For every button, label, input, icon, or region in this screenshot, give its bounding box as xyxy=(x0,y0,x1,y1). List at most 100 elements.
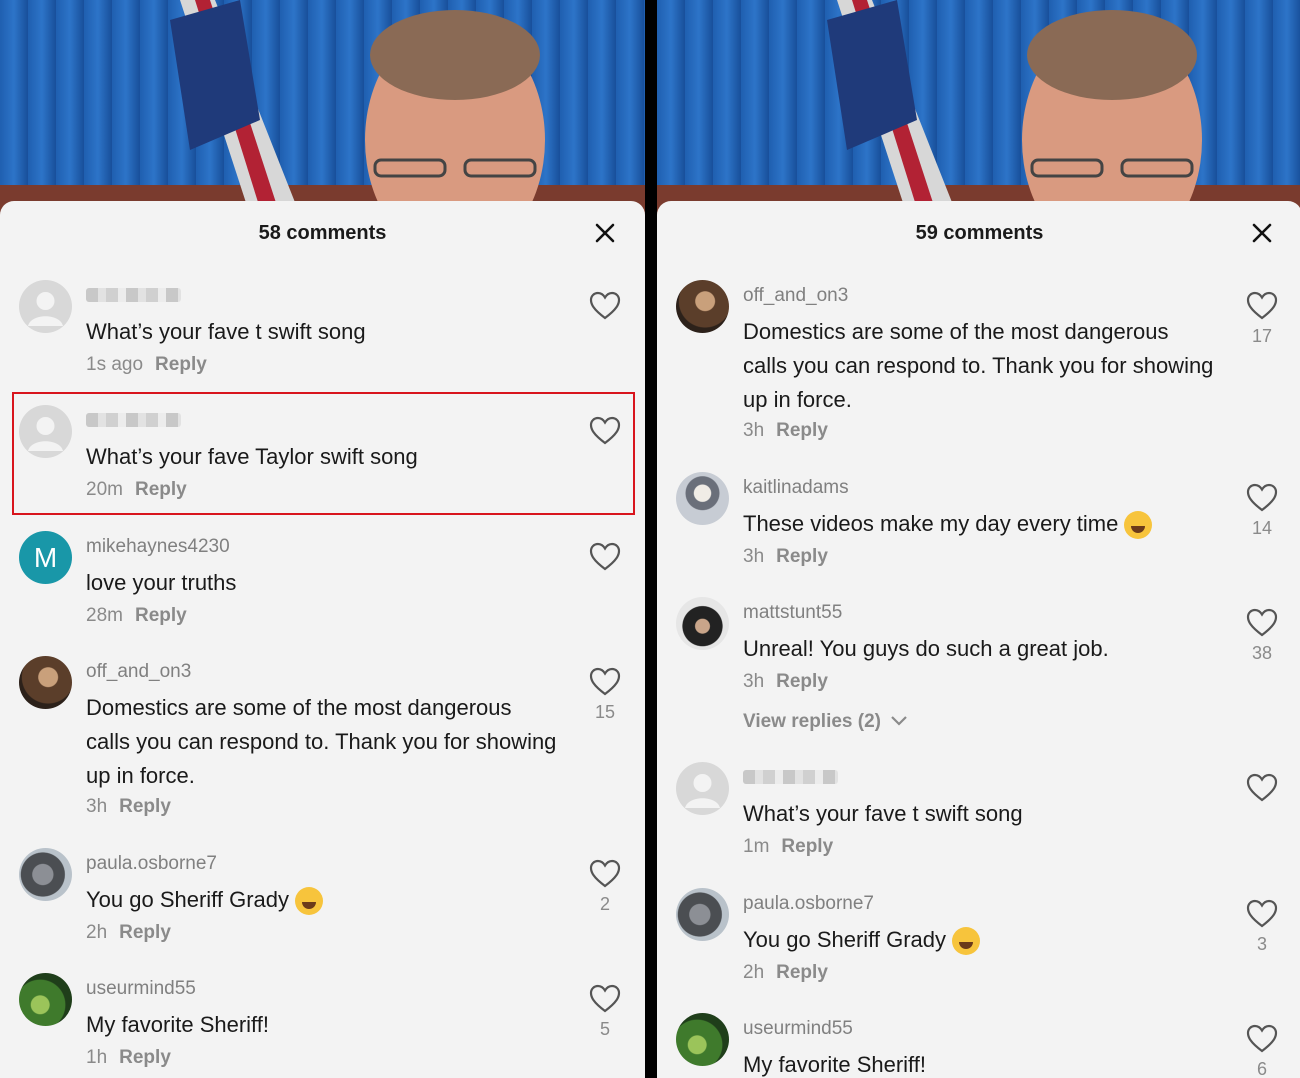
like-button[interactable]: 6 xyxy=(1242,1024,1282,1078)
left-comments-panel: 58 comments What’s your fave t swift son… xyxy=(0,0,645,1078)
like-button[interactable]: 17 xyxy=(1242,291,1282,347)
comment-meta: 3h Reply xyxy=(743,546,828,568)
sheet-header: 58 comments xyxy=(0,201,645,267)
avatar[interactable] xyxy=(19,405,72,458)
avatar[interactable] xyxy=(19,973,72,1026)
like-count: 5 xyxy=(599,1019,610,1039)
comments-count-title: 58 comments xyxy=(258,222,387,244)
username[interactable]: useurmind55 xyxy=(743,1018,853,1040)
comment-meta: 1h Reply xyxy=(86,1047,171,1069)
username[interactable]: paula.osborne7 xyxy=(743,893,874,915)
username-blurred[interactable] xyxy=(86,288,181,302)
view-replies-label: View replies (2) xyxy=(743,711,881,732)
avatar[interactable] xyxy=(676,888,729,941)
username[interactable]: useurmind55 xyxy=(86,978,196,1000)
heart-outline-icon xyxy=(1246,608,1278,637)
username[interactable]: off_and_on3 xyxy=(86,661,191,683)
comment-meta: 3h Reply xyxy=(743,420,828,442)
reply-button[interactable]: Reply xyxy=(776,420,828,441)
reply-button[interactable]: Reply xyxy=(135,605,187,626)
reply-button[interactable]: Reply xyxy=(776,962,828,983)
avatar[interactable] xyxy=(676,597,729,650)
reply-button[interactable]: Reply xyxy=(776,671,828,692)
video-scene xyxy=(0,0,645,215)
reply-button[interactable]: Reply xyxy=(135,479,187,500)
username[interactable]: mattstunt55 xyxy=(743,602,842,624)
comment-text: Unreal! You guys do such a great job. xyxy=(743,636,1109,661)
comment-text: My favorite Sheriff! xyxy=(743,1052,926,1077)
comment-text-content: You go Sheriff Grady xyxy=(86,887,290,912)
username[interactable]: off_and_on3 xyxy=(743,285,848,307)
like-button[interactable]: 3 xyxy=(1242,899,1282,955)
reply-button[interactable]: Reply xyxy=(119,1047,171,1068)
avatar[interactable] xyxy=(19,848,72,901)
like-count: 14 xyxy=(1251,518,1273,538)
like-button[interactable] xyxy=(585,542,625,577)
like-button[interactable] xyxy=(585,291,625,326)
reply-button[interactable]: Reply xyxy=(155,354,207,375)
like-button[interactable] xyxy=(585,416,625,451)
reply-button[interactable]: Reply xyxy=(776,546,828,567)
heart-outline-icon xyxy=(589,667,621,696)
close-icon[interactable] xyxy=(1250,221,1274,245)
like-button[interactable]: 15 xyxy=(585,667,625,723)
comment-text: love your truths xyxy=(86,570,237,595)
avatar[interactable] xyxy=(676,472,729,525)
avatar[interactable] xyxy=(676,762,729,815)
comment-text: You go Sheriff Grady xyxy=(743,923,1218,957)
like-button[interactable]: 38 xyxy=(1242,608,1282,664)
like-count: 17 xyxy=(1251,326,1273,346)
heart-outline-icon xyxy=(589,542,621,571)
comments-count-title: 59 comments xyxy=(915,222,1044,244)
reply-button[interactable]: Reply xyxy=(119,796,171,817)
view-replies-button[interactable]: View replies (2) xyxy=(743,711,908,733)
comment-time: 3h xyxy=(743,671,765,692)
heart-outline-icon xyxy=(589,291,621,320)
comment-text-content: You go Sheriff Grady xyxy=(743,927,947,952)
comment-text: Domestics are some of the most dangerous… xyxy=(743,319,1214,412)
comment-meta: 20m Reply xyxy=(86,479,187,501)
avatar[interactable] xyxy=(676,1013,729,1066)
heart-outline-icon xyxy=(1246,773,1278,802)
comment-meta: 2h Reply xyxy=(743,962,828,984)
comment-time: 3h xyxy=(743,546,765,567)
like-count: 3 xyxy=(1256,934,1267,954)
comment-text: These videos make my day every time xyxy=(743,507,1218,541)
right-comments-panel: 59 comments off_and_on3 Domestics are so… xyxy=(657,0,1300,1078)
comment-time: 3h xyxy=(86,796,108,817)
avatar[interactable] xyxy=(19,280,72,333)
comment-time: 3h xyxy=(743,420,765,441)
username[interactable]: kaitlinadams xyxy=(743,477,849,499)
username[interactable]: mikehaynes4230 xyxy=(86,536,230,558)
heart-outline-icon xyxy=(589,859,621,888)
like-count: 6 xyxy=(1256,1059,1267,1078)
comment-text-content: These videos make my day every time xyxy=(743,511,1119,536)
reply-button[interactable]: Reply xyxy=(781,836,833,857)
like-button[interactable]: 2 xyxy=(585,859,625,915)
reply-button[interactable]: Reply xyxy=(119,922,171,943)
heart-outline-icon xyxy=(1246,483,1278,512)
comment-time: 2h xyxy=(86,922,108,943)
video-background xyxy=(0,0,645,215)
comment-meta: 3h Reply xyxy=(743,671,828,693)
username[interactable]: paula.osborne7 xyxy=(86,853,217,875)
like-button[interactable]: 5 xyxy=(585,984,625,1040)
rofl-emoji-icon xyxy=(295,887,324,916)
comment-meta: 28m Reply xyxy=(86,605,187,627)
comment-text: My favorite Sheriff! xyxy=(86,1012,269,1037)
comment-time: 1m xyxy=(743,836,770,857)
username-blurred[interactable] xyxy=(743,770,838,784)
like-button[interactable] xyxy=(1242,773,1282,808)
comment-meta: 3h Reply xyxy=(86,796,171,818)
like-button[interactable]: 14 xyxy=(1242,483,1282,539)
close-icon[interactable] xyxy=(593,221,617,245)
avatar[interactable] xyxy=(676,280,729,333)
heart-outline-icon xyxy=(589,416,621,445)
comment-text: What’s your fave t swift song xyxy=(86,319,366,344)
chevron-down-icon xyxy=(891,716,908,726)
avatar[interactable]: M xyxy=(19,531,72,584)
avatar[interactable] xyxy=(19,656,72,709)
username-blurred[interactable] xyxy=(86,413,181,427)
comment-text: What’s your fave Taylor swift song xyxy=(86,444,418,469)
like-count: 15 xyxy=(594,702,616,722)
